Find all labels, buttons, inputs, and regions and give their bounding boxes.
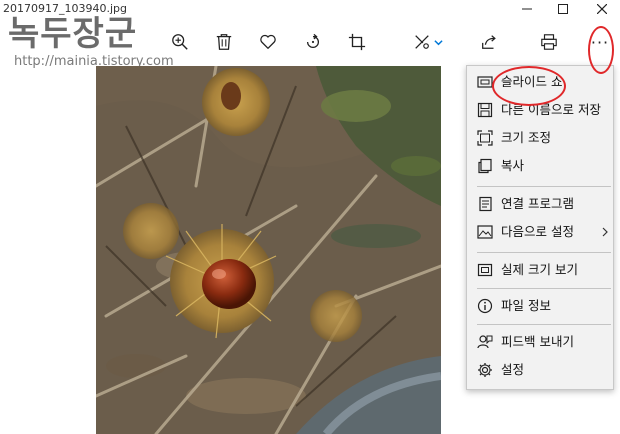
crop-button[interactable] [341, 26, 373, 58]
delete-button[interactable] [208, 26, 240, 58]
delete-icon [216, 34, 232, 50]
minimize-icon [522, 8, 532, 10]
toolbar: ··· [0, 18, 620, 66]
zoom-in-icon [172, 34, 188, 50]
menu-divider [477, 186, 611, 187]
crop-icon [348, 33, 366, 51]
menu-item-label: 파일 정보 [501, 298, 551, 313]
share-button[interactable] [473, 26, 505, 58]
settings-icon [478, 363, 492, 377]
menu-item-copy[interactable]: 복사 [467, 153, 613, 179]
close-icon [597, 4, 607, 14]
minimize-button[interactable] [509, 0, 545, 18]
favorite-button[interactable] [252, 26, 284, 58]
more-menu: 슬라이드 쇼 다른 이름으로 저장 크기 조정 복사 연결 프로그램 다음으로 … [466, 65, 614, 390]
slideshow-icon [477, 76, 493, 88]
edit-icon [415, 35, 429, 49]
menu-item-label: 피드백 보내기 [501, 334, 574, 349]
menu-item-label: 복사 [501, 158, 525, 173]
menu-divider [477, 324, 611, 325]
more-button[interactable]: ··· [584, 26, 616, 58]
rotate-icon [306, 33, 319, 48]
close-button[interactable] [584, 0, 620, 18]
menu-item-save-as[interactable]: 다른 이름으로 저장 [467, 97, 613, 123]
menu-item-file-info[interactable]: 파일 정보 [467, 293, 613, 319]
menu-item-open-with[interactable]: 연결 프로그램 [467, 191, 613, 217]
menu-item-label: 슬라이드 쇼 [501, 74, 563, 89]
share-icon [482, 35, 496, 49]
open-with-icon [479, 196, 492, 212]
chevron-down-icon [434, 39, 443, 45]
menu-item-slideshow[interactable]: 슬라이드 쇼 [467, 69, 613, 95]
menu-item-label: 다음으로 설정 [501, 224, 574, 239]
menu-item-actual-size[interactable]: 실제 크기 보기 [467, 257, 613, 283]
menu-item-label: 설정 [501, 362, 525, 377]
edit-button[interactable] [406, 26, 450, 58]
more-icon: ··· [590, 32, 610, 52]
info-icon [477, 298, 493, 314]
photo [96, 66, 441, 434]
menu-item-label: 실제 크기 보기 [501, 262, 578, 277]
menu-item-set-as[interactable]: 다음으로 설정 [467, 219, 613, 245]
menu-item-label: 크기 조정 [501, 130, 551, 145]
menu-item-resize[interactable]: 크기 조정 [467, 125, 613, 151]
maximize-button[interactable] [545, 0, 581, 18]
rotate-button[interactable] [297, 26, 329, 58]
maximize-icon [558, 4, 568, 14]
menu-item-label: 다른 이름으로 저장 [501, 102, 601, 117]
chevron-right-icon [602, 227, 608, 237]
zoom-in-button[interactable] [164, 26, 196, 58]
menu-item-feedback[interactable]: 피드백 보내기 [467, 329, 613, 355]
set-as-icon [477, 225, 493, 239]
resize-icon [477, 130, 493, 146]
feedback-icon [477, 335, 493, 349]
print-icon [541, 34, 557, 50]
menu-divider [477, 252, 611, 253]
favorite-icon [260, 34, 276, 49]
print-button[interactable] [533, 26, 565, 58]
menu-item-settings[interactable]: 설정 [467, 357, 613, 383]
menu-divider [477, 288, 611, 289]
actual-size-icon [477, 263, 493, 277]
chestnut-photo [96, 66, 441, 434]
copy-icon [478, 158, 492, 174]
menu-item-label: 연결 프로그램 [501, 196, 574, 211]
save-icon [477, 102, 493, 118]
